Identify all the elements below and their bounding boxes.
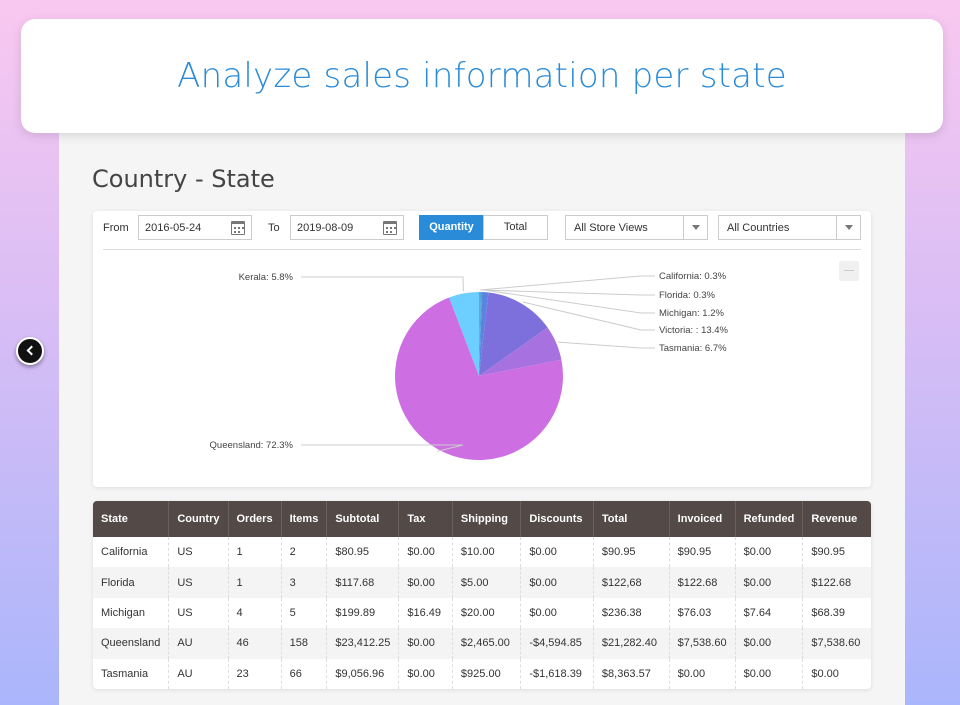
cell-refunded: $0.00 bbox=[735, 658, 804, 689]
cell-revenue: $7,538.60 bbox=[802, 628, 871, 659]
content-area: Country - State From 2016-05-24 To 2019-… bbox=[59, 133, 905, 705]
column-header-state[interactable]: State bbox=[93, 501, 170, 537]
column-header-invoiced[interactable]: Invoiced bbox=[669, 501, 736, 537]
table-row: Tasmania AU 23 66 $9,056.96 $0.00 $925.00 -$1,6… bbox=[93, 658, 871, 689]
cell-items: 158 bbox=[281, 628, 328, 659]
cell-tax: $0.00 bbox=[398, 628, 453, 659]
column-header-refunded[interactable]: Refunded bbox=[735, 501, 804, 537]
cell-orders: 1 bbox=[228, 537, 282, 568]
chevron-left-icon bbox=[26, 345, 37, 356]
cell-total: $236.38 bbox=[593, 597, 670, 629]
cell-revenue: $90.95 bbox=[811, 546, 846, 559]
cell-revenue: $122.68 bbox=[802, 567, 871, 598]
cell-orders: 23 bbox=[228, 658, 282, 689]
cell-state: Michigan bbox=[93, 597, 170, 629]
column-header-discounts[interactable]: Discounts bbox=[520, 501, 594, 537]
cell-invoiced: $0.00 bbox=[669, 658, 736, 689]
pie-label: Kerala: 5.8% bbox=[239, 272, 294, 283]
table-row: Queensland AU 46 158 $23,412.25 $0.00 $2,465.0… bbox=[93, 628, 871, 659]
cell-total: $90.95 bbox=[593, 537, 670, 568]
cell-refunded: $7.64 bbox=[735, 597, 804, 629]
cell-total: $21,282.40 bbox=[593, 628, 670, 659]
column-header-items[interactable]: Items bbox=[281, 501, 328, 537]
cell-items: 2 bbox=[281, 537, 328, 568]
pie-label: Florida: 0.3% bbox=[659, 290, 716, 301]
cell-revenue: $0.00 bbox=[811, 667, 839, 680]
cell-subtotal: $9,056.96 bbox=[326, 658, 400, 689]
cell-discounts: -$4,594.85 bbox=[520, 628, 594, 659]
cell-discounts: $0.00 bbox=[520, 597, 594, 629]
cell-country: AU bbox=[168, 658, 229, 689]
cell-state: Queensland bbox=[93, 628, 170, 659]
cell-items: 5 bbox=[281, 597, 328, 629]
pie-chart: Kerala: 5.8% California: 0.3% Florida: 0.3… bbox=[210, 271, 729, 460]
cell-orders: 46 bbox=[228, 628, 282, 659]
cell-tax: $0.00 bbox=[398, 567, 453, 598]
column-header-shipping[interactable]: Shipping bbox=[452, 501, 522, 537]
cell-invoiced: $90.95 bbox=[669, 537, 736, 568]
cell-subtotal: $23,412.25 bbox=[326, 628, 400, 659]
cell-invoiced: $76.03 bbox=[669, 597, 736, 629]
cell-subtotal: $117.68 bbox=[326, 567, 400, 598]
cell-revenue: $68.39 bbox=[811, 606, 846, 619]
column-header-revenue[interactable]: Revenue bbox=[802, 501, 871, 537]
pie-label: Queensland: 72.3% bbox=[210, 440, 294, 451]
sales-table: State Country Orders Items Subtotal Tax Shippi… bbox=[93, 501, 871, 689]
cell-orders: 4 bbox=[228, 597, 282, 629]
pie-leader-line bbox=[481, 289, 655, 296]
cell-shipping: $2,465.00 bbox=[452, 628, 522, 659]
cell-refunded: $0.00 bbox=[735, 537, 804, 568]
column-header-subtotal[interactable]: Subtotal bbox=[326, 501, 400, 537]
column-header-country[interactable]: Country bbox=[168, 501, 229, 537]
cell-shipping: $5.00 bbox=[452, 567, 522, 598]
page-title: Analyze sales information per state bbox=[177, 56, 787, 96]
pie-label: Tasmania: 6.7% bbox=[659, 343, 727, 354]
cell-orders: 1 bbox=[228, 567, 282, 598]
column-header-tax[interactable]: Tax bbox=[398, 501, 453, 537]
cell-country: AU bbox=[168, 628, 229, 659]
column-header-total[interactable]: Total bbox=[593, 501, 670, 537]
cell-invoiced: $7,538.60 bbox=[669, 628, 736, 659]
header-card: Analyze sales information per state bbox=[21, 19, 943, 133]
chart-panel: From 2016-05-24 To 2019-08-09 Quantity T… bbox=[93, 211, 871, 487]
table-row: Michigan US 4 5 $199.89 $16.49 $20.00 $0.00 $236… bbox=[93, 597, 871, 629]
cell-shipping: $20.00 bbox=[452, 597, 522, 629]
cell-state: Tasmania bbox=[93, 658, 170, 689]
cell-subtotal: $80.95 bbox=[326, 537, 400, 568]
cell-country: US bbox=[168, 597, 229, 629]
table-header-row: State Country Orders Items Subtotal Tax Shippi… bbox=[93, 501, 871, 537]
cell-subtotal: $199.89 bbox=[326, 597, 400, 629]
table-row: California US 1 2 $80.95 $0.00 $10.00 $0.00 $90.… bbox=[93, 537, 871, 568]
pie-label: California: 0.3% bbox=[659, 271, 727, 282]
cell-refunded: $0.00 bbox=[735, 567, 804, 598]
column-header-orders[interactable]: Orders bbox=[228, 501, 282, 537]
cell-shipping: $10.00 bbox=[452, 537, 522, 568]
cell-tax: $0.00 bbox=[398, 537, 453, 568]
pie-leader-line bbox=[557, 341, 655, 349]
cell-discounts: $0.00 bbox=[520, 537, 594, 568]
back-nav-button[interactable] bbox=[16, 337, 44, 365]
pie-label: Victoria: : 13.4% bbox=[659, 325, 729, 336]
cell-country: US bbox=[168, 567, 229, 598]
cell-total: $122,68 bbox=[593, 567, 670, 598]
cell-state: Florida bbox=[93, 567, 170, 598]
pie-leader-line bbox=[301, 276, 464, 292]
pie-label: Michigan: 1.2% bbox=[659, 308, 725, 319]
cell-discounts: -$1,618.39 bbox=[520, 658, 594, 689]
cell-refunded: $0.00 bbox=[735, 628, 804, 659]
cell-state: California bbox=[93, 537, 170, 568]
cell-discounts: $0.00 bbox=[520, 567, 594, 598]
cell-tax: $0.00 bbox=[398, 658, 453, 689]
table-row: Florida US 1 3 $117.68 $0.00 $5.00 $0.00 $122,68… bbox=[93, 567, 871, 598]
section-title: Country - State bbox=[92, 165, 275, 193]
cell-country: US bbox=[168, 537, 229, 568]
cell-tax: $16.49 bbox=[398, 597, 453, 629]
cell-items: 3 bbox=[281, 567, 328, 598]
pie-leader-line bbox=[479, 275, 655, 291]
cell-invoiced: $122.68 bbox=[669, 567, 736, 598]
cell-items: 66 bbox=[281, 658, 328, 689]
cell-shipping: $925.00 bbox=[452, 658, 522, 689]
cell-total: $8,363.57 bbox=[593, 658, 670, 689]
